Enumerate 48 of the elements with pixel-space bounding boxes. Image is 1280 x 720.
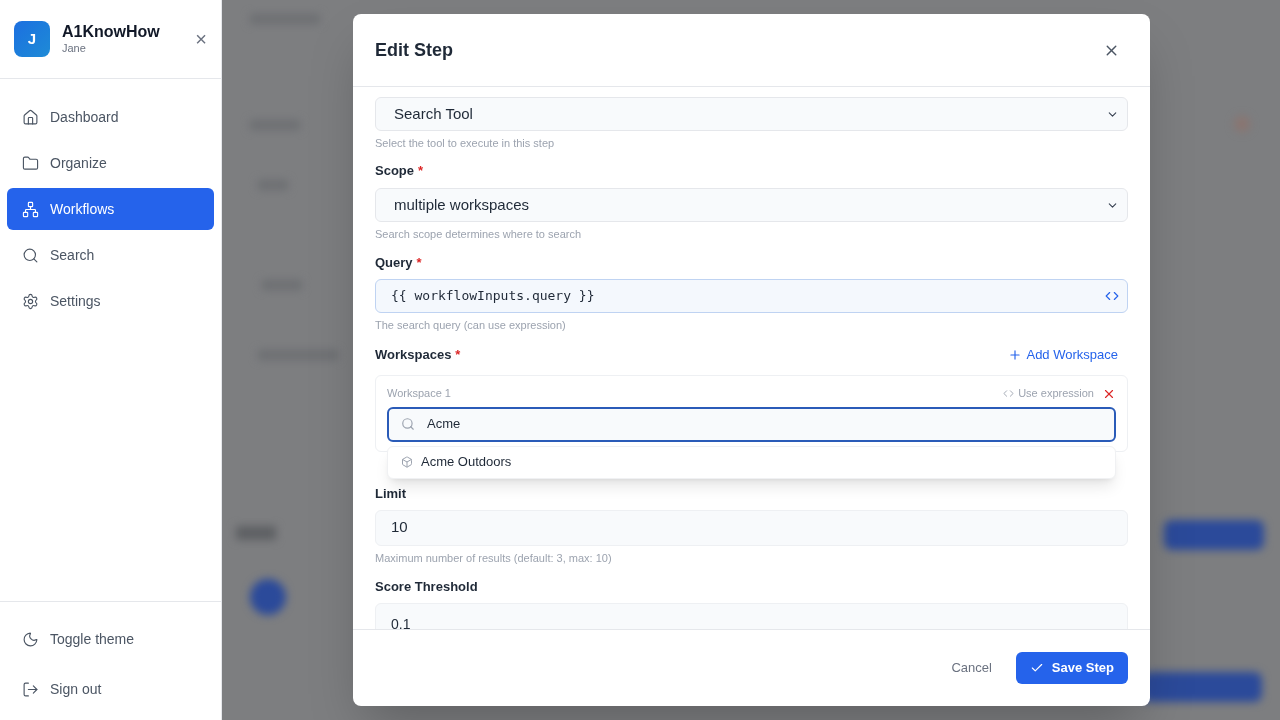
user-name: Jane: [62, 42, 87, 56]
help-text: The search query (can use expression): [375, 318, 567, 332]
select-field[interactable]: Search Tool: [375, 97, 1128, 131]
help-text: Search scope determines where to search: [375, 227, 583, 241]
nav-item[interactable]: Workflows: [7, 188, 214, 230]
field-label: Query: [375, 254, 413, 273]
nav-item[interactable]: Search: [7, 234, 214, 276]
field-label: Scope: [375, 162, 414, 181]
help-text: Maximum number of results (default: 3, max: 10): [375, 550, 613, 565]
field-label: Score Threshold: [375, 577, 478, 596]
workspace-label: Workspace 1: [387, 386, 452, 402]
select-field[interactable]: multiple workspaces: [375, 188, 1128, 222]
network-icon: [22, 200, 39, 218]
logout-icon: [22, 680, 39, 698]
nav-item[interactable]: Dashboard: [7, 96, 214, 138]
help-text: Select the tool to execute in this step: [375, 136, 556, 150]
nav-item[interactable]: Organize: [7, 142, 214, 184]
workspace-search-field[interactable]: Acme: [387, 406, 1116, 442]
nav-item[interactable]: Settings: [7, 280, 214, 322]
field-label: Limit: [375, 484, 407, 503]
save-step-button[interactable]: Save Step: [1015, 652, 1128, 684]
check-icon: [1029, 661, 1044, 675]
close-button[interactable]: ×: [195, 29, 207, 49]
sidebar-action[interactable]: Sign out: [7, 668, 214, 710]
required-mark: *: [418, 162, 424, 181]
moon-icon: [22, 630, 39, 648]
dialog-title: Edit Step: [375, 38, 454, 62]
settings-icon: [22, 292, 39, 310]
code-icon[interactable]: [1105, 289, 1119, 303]
home-icon: [22, 108, 39, 126]
threshold-field[interactable]: 0.1: [375, 602, 1128, 629]
cancel-button[interactable]: Cancel: [939, 652, 1004, 684]
field-label: Workspaces: [375, 346, 452, 364]
required-mark: *: [416, 254, 422, 273]
search-icon: [22, 246, 39, 264]
avatar: J: [14, 21, 50, 57]
sidebar-action[interactable]: Toggle theme: [7, 618, 214, 660]
search-icon: [401, 417, 415, 431]
box-icon: [401, 456, 413, 468]
add-workspace-button[interactable]: Add Workspace: [1008, 345, 1118, 365]
limit-field[interactable]: 10: [375, 509, 1128, 546]
required-mark: *: [455, 346, 461, 364]
code-icon: [1003, 388, 1015, 399]
folder-icon: [22, 154, 39, 172]
result-option[interactable]: Acme Outdoors: [388, 446, 1115, 478]
plus-icon: [1008, 347, 1023, 362]
query-field[interactable]: {{ workflowInputs.query }}: [375, 279, 1128, 313]
app-name: A1KnowHow: [62, 22, 161, 43]
